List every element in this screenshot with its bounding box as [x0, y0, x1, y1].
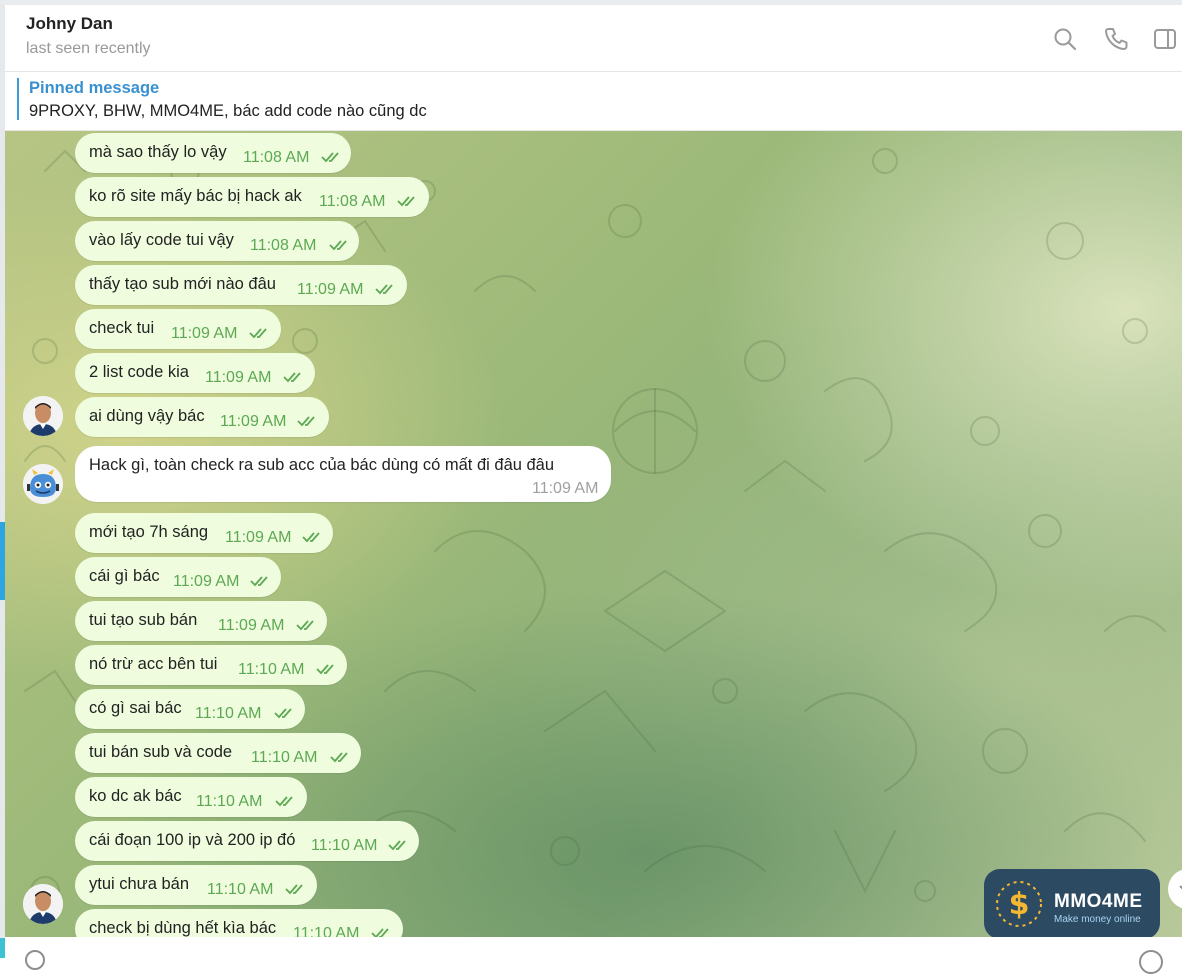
message-time: 11:08 AM: [243, 149, 310, 166]
incoming-message-bubble[interactable]: Hack gì, toàn check ra sub acc của bác d…: [75, 446, 611, 502]
message-bubble[interactable]: ai dùng vậy bác 11:09 AM: [75, 397, 329, 437]
double-check-icon: [285, 884, 303, 895]
message-text: check tui: [89, 319, 155, 337]
emoji-icon[interactable]: [1139, 950, 1163, 974]
message-bubble[interactable]: mà sao thấy lo vậy 11:08 AM: [75, 133, 351, 173]
message-time: 11:10 AM: [207, 881, 274, 898]
pinned-text: 9PROXY, BHW, MMO4ME, bác add code nào cũ…: [29, 102, 427, 120]
message-text: mà sao thấy lo vậy: [89, 143, 227, 161]
message-time: 11:10 AM: [293, 925, 360, 937]
message-time: 11:10 AM: [238, 661, 305, 678]
message-bubble[interactable]: check bị dùng hết kìa bác 11:10 AM: [75, 909, 403, 937]
logo-subtitle: Make money online: [1054, 914, 1141, 925]
message-text: ytui chưa bán: [89, 875, 190, 893]
message-text: tui tạo sub bán: [89, 611, 198, 629]
message-bubble[interactable]: ko dc ak bác 11:10 AM: [75, 777, 307, 817]
svg-text:$: $: [1009, 887, 1030, 922]
message-text: có gì sai bác: [89, 699, 182, 717]
double-check-icon: [375, 284, 393, 295]
message-time: 11:10 AM: [311, 837, 378, 854]
message-bubble[interactable]: tui tạo sub bán 11:09 AM: [75, 601, 327, 641]
message-composer[interactable]: [5, 937, 1182, 974]
message-time: 11:09 AM: [218, 617, 285, 634]
double-check-icon: [274, 708, 292, 719]
message-text: check bị dùng hết kìa bác: [89, 919, 277, 937]
message-time: 11:10 AM: [196, 793, 263, 810]
message-bubble[interactable]: cái gì bác 11:09 AM: [75, 557, 281, 597]
message-bubble[interactable]: ko rõ site mấy bác bị hack ak 11:08 AM: [75, 177, 429, 217]
double-check-icon: [329, 240, 347, 251]
message-text: mới tạo 7h sáng: [89, 523, 209, 541]
message-time: 11:10 AM: [195, 705, 262, 722]
double-check-icon: [275, 796, 293, 807]
contact-avatar[interactable]: [23, 464, 63, 504]
sidebar-toggle-icon[interactable]: [1152, 26, 1178, 52]
chat-status: last seen recently: [26, 40, 151, 57]
logo-title: MMO4ME: [1054, 891, 1143, 912]
chevron-down-icon: [1179, 885, 1182, 890]
message-bubble[interactable]: vào lấy code tui vậy 11:08 AM: [75, 221, 359, 261]
message-time: 11:08 AM: [319, 193, 386, 210]
chat-header: Johny Dan last seen recently: [5, 5, 1182, 72]
message-text: vào lấy code tui vậy: [89, 231, 234, 249]
phone-icon[interactable]: [1103, 26, 1129, 52]
pinned-title: Pinned message: [29, 79, 160, 97]
double-check-icon: [330, 752, 348, 763]
scroll-down-button[interactable]: [1168, 869, 1182, 909]
message-text: tui bán sub và code: [89, 743, 233, 761]
search-icon[interactable]: [1052, 26, 1078, 52]
message-text: cái gì bác: [89, 567, 160, 585]
double-check-icon: [296, 620, 314, 631]
message-time: 11:09 AM: [225, 529, 292, 546]
message-time: 11:08 AM: [250, 237, 317, 254]
message-text: thấy tạo sub mới nào đâu: [89, 275, 276, 293]
message-bubble[interactable]: check tui 11:09 AM: [75, 309, 281, 349]
pinned-message-bar[interactable]: Pinned message 9PROXY, BHW, MMO4ME, bác …: [5, 72, 1182, 131]
pinned-accent-bar: [17, 78, 19, 120]
chat-history[interactable]: mà sao thấy lo vậy 11:08 AM ko rõ site m…: [5, 131, 1182, 937]
sender-avatar[interactable]: [23, 884, 63, 924]
message-time: 11:09 AM: [171, 325, 238, 342]
message-time: 11:09 AM: [173, 573, 240, 590]
message-bubble[interactable]: ytui chưa bán 11:10 AM: [75, 865, 317, 905]
message-text: cái đoạn 100 ip và 200 ip đó: [89, 831, 296, 849]
message-text: ai dùng vậy bác: [89, 407, 205, 425]
double-check-icon: [283, 372, 301, 383]
double-check-icon: [321, 152, 339, 163]
message-time: 11:09 AM: [205, 369, 272, 386]
message-time: 11:09 AM: [532, 480, 599, 497]
message-bubble[interactable]: thấy tạo sub mới nào đâu 11:09 AM: [75, 265, 407, 305]
chat-title[interactable]: Johny Dan: [26, 14, 113, 34]
message-text: ko rõ site mấy bác bị hack ak: [89, 187, 302, 205]
mmo4me-logo: $ MMO4ME Make money online: [984, 869, 1160, 937]
dollar-coin-icon: $: [996, 881, 1042, 927]
message-time: 11:09 AM: [297, 281, 364, 298]
message-bubble[interactable]: tui bán sub và code 11:10 AM: [75, 733, 361, 773]
double-check-icon: [249, 328, 267, 339]
message-bubble[interactable]: nó trừ acc bên tui 11:10 AM: [75, 645, 347, 685]
double-check-icon: [397, 196, 415, 207]
message-text: ko dc ak bác: [89, 787, 182, 805]
message-text: Hack gì, toàn check ra sub acc của bác d…: [89, 456, 555, 474]
message-bubble[interactable]: 2 list code kia 11:09 AM: [75, 353, 315, 393]
message-time: 11:10 AM: [251, 749, 318, 766]
double-check-icon: [371, 928, 389, 937]
message-bubble[interactable]: có gì sai bác 11:10 AM: [75, 689, 305, 729]
double-check-icon: [250, 576, 268, 587]
message-text: nó trừ acc bên tui: [89, 655, 218, 673]
message-bubble[interactable]: mới tạo 7h sáng 11:09 AM: [75, 513, 333, 553]
double-check-icon: [388, 840, 406, 851]
message-text: 2 list code kia: [89, 363, 189, 381]
message-time: 11:09 AM: [220, 413, 287, 430]
sender-avatar[interactable]: [23, 396, 63, 436]
message-bubble[interactable]: cái đoạn 100 ip và 200 ip đó 11:10 AM: [75, 821, 419, 861]
attach-icon[interactable]: [25, 950, 45, 970]
double-check-icon: [297, 416, 315, 427]
double-check-icon: [302, 532, 320, 543]
double-check-icon: [316, 664, 334, 675]
